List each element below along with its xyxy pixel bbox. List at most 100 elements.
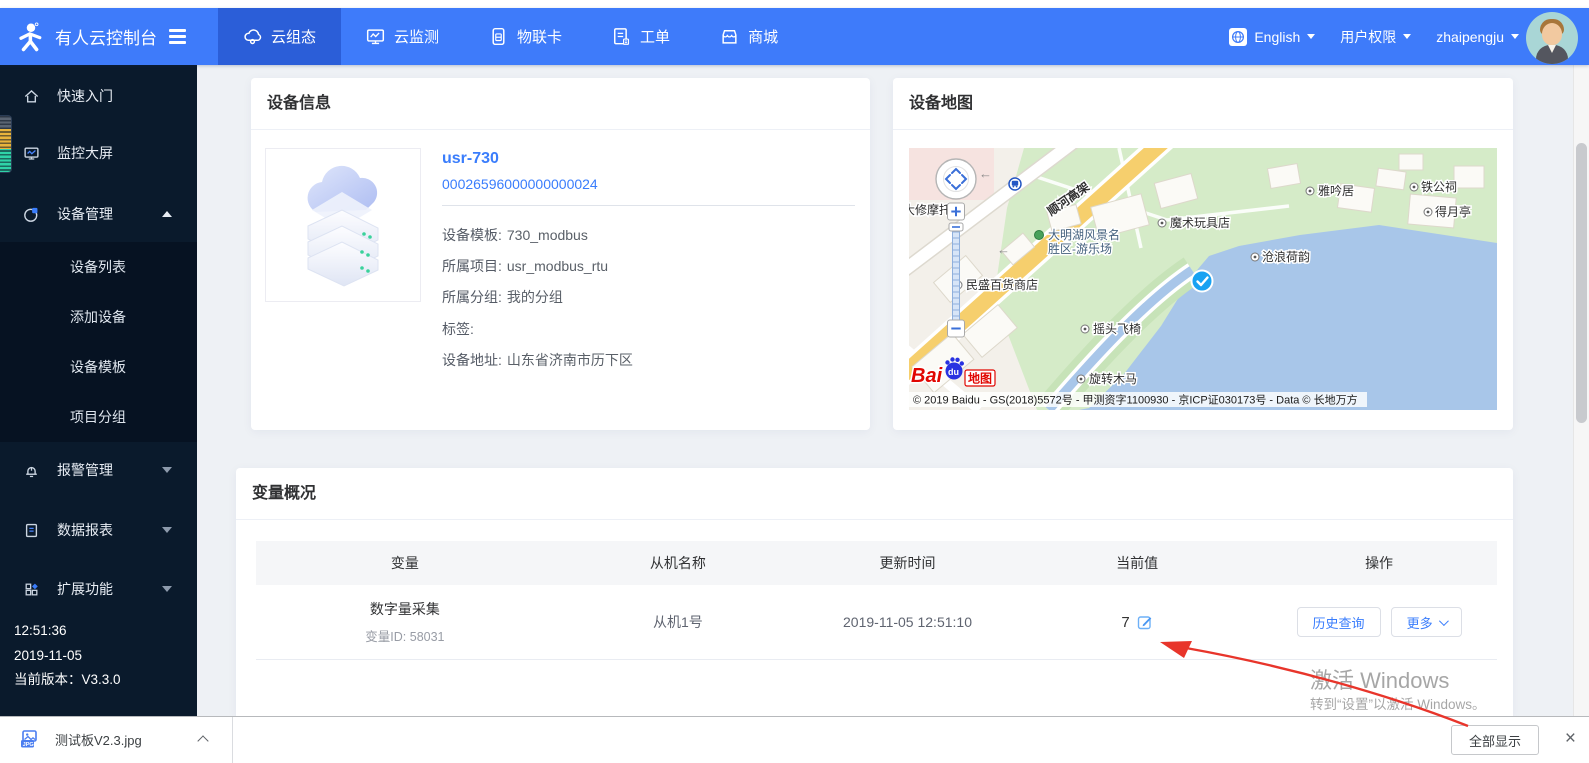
device-name-link[interactable]: usr-730 <box>442 150 499 168</box>
slave-name: 从机1号 <box>554 612 802 632</box>
chevron-up-icon <box>162 211 172 217</box>
username-label: zhaipengju <box>1436 29 1504 45</box>
extensions-grid-icon <box>23 581 40 598</box>
baidu-map[interactable]: ← ← 顺河高架 大修摩托 <box>909 148 1497 410</box>
scrollbar-thumb[interactable] <box>1576 143 1587 423</box>
device-map-panel: 设备地图 <box>893 78 1513 430</box>
device-field-tags: 标签: <box>442 313 633 344</box>
col-header-current-value: 当前值 <box>1013 553 1261 573</box>
storefront-icon <box>720 27 739 46</box>
alarm-icon <box>23 462 40 479</box>
sidebar-item-label: 报警管理 <box>57 460 113 480</box>
device-location-marker[interactable] <box>1192 271 1213 292</box>
device-management-icon <box>23 206 40 223</box>
street-arrow: ← <box>979 166 992 181</box>
work-order-icon <box>612 27 631 46</box>
chevron-down-icon <box>162 467 172 473</box>
tab-cloud-monitor[interactable]: 云监测 <box>341 8 464 65</box>
sidebar-subitem-device-list[interactable]: 设备列表 <box>0 242 197 292</box>
device-field-template: 设备模板: 730_modbus <box>442 219 633 250</box>
sidebar-item-device-management[interactable]: 设备管理 <box>0 191 197 237</box>
divider <box>442 205 855 206</box>
primary-tabs: 云组态 云监测 物联卡 工单 <box>218 8 803 65</box>
panel-title: 设备地图 <box>893 78 1513 130</box>
vertical-scrollbar[interactable] <box>1573 65 1589 716</box>
show-all-downloads-button[interactable]: 全部显示 <box>1451 725 1539 755</box>
avatar[interactable] <box>1526 12 1578 64</box>
report-icon <box>23 522 40 539</box>
edit-value-icon[interactable] <box>1137 614 1153 630</box>
sidebar-subitem-add-device[interactable]: 添加设备 <box>0 292 197 342</box>
sidebar-subitem-project-group[interactable]: 项目分组 <box>0 392 197 442</box>
top-navbar: 有人云控制台 云组态 云监测 物联卡 <box>0 8 1589 65</box>
tab-label: 工单 <box>640 26 670 47</box>
device-fields: 设备模板: 730_modbus 所属项目: usr_modbus_rtu 所属… <box>442 219 633 376</box>
poi-label: 民盛百货商店 <box>966 277 1038 292</box>
svg-text:JPG: JPG <box>23 741 34 747</box>
poi-label: 铁公祠 <box>1421 180 1457 194</box>
monitor-chart-icon <box>366 27 385 46</box>
language-label: English <box>1254 29 1300 45</box>
more-actions-button[interactable]: 更多 <box>1391 607 1462 637</box>
tab-mall[interactable]: 商城 <box>695 8 803 65</box>
panel-title: 变量概况 <box>236 468 1513 520</box>
variable-id: 变量ID: 58031 <box>256 626 554 645</box>
brand-area: 有人云控制台 <box>0 8 218 65</box>
poi-label: 旋转木马 <box>1089 371 1137 386</box>
version-label: 当前版本：V3.3.0 <box>14 668 121 693</box>
globe-icon <box>1229 28 1247 46</box>
history-query-button[interactable]: 历史查询 <box>1297 607 1381 637</box>
hamburger-menu-icon[interactable] <box>169 29 186 44</box>
user-permissions-menu[interactable]: 用户权限 <box>1340 27 1411 47</box>
downloaded-file-chip[interactable]: JPG 测试板V2.3.jpg <box>0 717 142 762</box>
variables-table: 变量 从机名称 更新时间 当前值 操作 数字量采集 变量ID: 58031 从机… <box>256 541 1497 660</box>
chevron-down-icon <box>1403 34 1411 39</box>
device-image <box>265 148 421 302</box>
map-copyright: © 2019 Baidu - GS(2018)5572号 - 甲测资字11009… <box>913 393 1358 407</box>
poi-label: 大明湖风景名 <box>1048 227 1120 242</box>
map-edge-label: 大修摩托 <box>909 202 951 217</box>
map-pan-control[interactable] <box>936 159 976 199</box>
device-id-link[interactable]: 00026596000000000024 <box>442 176 598 192</box>
device-field-project: 所属项目: usr_modbus_rtu <box>442 250 633 281</box>
big-screen-icon <box>23 145 40 162</box>
sidebar-item-extensions[interactable]: 扩展功能 <box>0 566 197 612</box>
col-header-actions: 操作 <box>1261 553 1497 573</box>
usr-person-logo-icon <box>16 22 46 52</box>
tab-cloud-scada[interactable]: 云组态 <box>218 8 341 65</box>
tab-iot-card[interactable]: 物联卡 <box>464 8 587 65</box>
sidebar-subitem-device-template[interactable]: 设备模板 <box>0 342 197 392</box>
permissions-label: 用户权限 <box>1340 27 1396 47</box>
app-title: 有人云控制台 <box>55 24 157 49</box>
sidebar-item-big-screen[interactable]: 监控大屏 <box>0 130 197 176</box>
clock-date: 2019-11-05 <box>14 644 121 669</box>
tab-label: 云组态 <box>271 26 316 47</box>
language-selector[interactable]: English <box>1229 28 1315 46</box>
home-icon <box>23 88 40 105</box>
update-time: 2019-11-05 12:51:10 <box>802 614 1013 630</box>
tab-work-order[interactable]: 工单 <box>587 8 695 65</box>
downloaded-filename: 测试板V2.3.jpg <box>55 730 142 749</box>
account-menu[interactable]: zhaipengju <box>1436 29 1519 45</box>
chevron-down-icon <box>1307 34 1315 39</box>
close-download-bar-icon[interactable]: × <box>1565 728 1576 751</box>
panel-title: 设备信息 <box>251 78 870 130</box>
col-header-update-time: 更新时间 <box>802 553 1013 573</box>
table-row: 数字量采集 变量ID: 58031 从机1号 2019-11-05 12:51:… <box>256 585 1497 660</box>
sidebar: 快速入门 监控大屏 设备管理 设备列表 添加设备 设备模板 项目分组 报警管理 <box>0 65 197 716</box>
device-field-group: 所属分组: 我的分组 <box>442 282 633 313</box>
device-field-address: 设备地址: 山东省济南市历下区 <box>442 345 633 376</box>
poi-label: 魔术玩具店 <box>1170 215 1230 230</box>
park-tree-icon <box>1035 231 1044 240</box>
sidebar-item-quick-start[interactable]: 快速入门 <box>0 73 197 119</box>
clock-time: 12:51:36 <box>14 619 121 644</box>
sidebar-item-alarm-management[interactable]: 报警管理 <box>0 447 197 493</box>
col-header-variable: 变量 <box>256 553 554 573</box>
poi-label: 胜区-游乐场 <box>1048 241 1112 256</box>
sidebar-item-label: 快速入门 <box>57 86 113 106</box>
device-info-panel: 设备信息 <box>251 78 870 430</box>
poi-label: 得月亭 <box>1435 204 1471 219</box>
file-menu-chevron-icon[interactable] <box>197 735 208 746</box>
minimized-widget-handle[interactable] <box>0 115 12 173</box>
sidebar-item-data-reports[interactable]: 数据报表 <box>0 507 197 553</box>
